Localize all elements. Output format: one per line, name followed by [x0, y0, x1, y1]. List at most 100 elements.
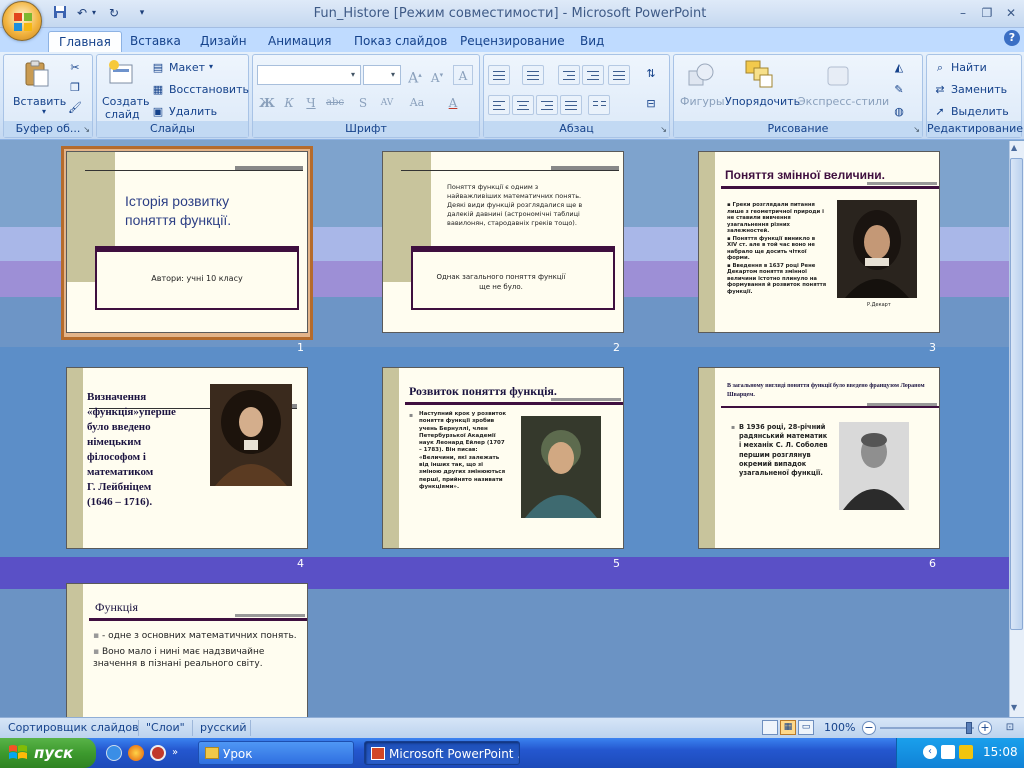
shrink-font-icon[interactable]: A▾ — [427, 65, 447, 85]
taskbar-item-urok[interactable]: Урок — [198, 741, 354, 765]
tray-app-icon[interactable] — [941, 745, 955, 759]
select-icon[interactable]: ➚ — [933, 105, 947, 119]
find-button[interactable]: Найти — [951, 61, 987, 74]
columns-icon[interactable] — [588, 95, 610, 115]
undo-dropdown-icon[interactable]: ▾ — [90, 5, 98, 21]
line-spacing-icon[interactable] — [608, 65, 630, 85]
slide-thumbnail-1[interactable]: Історія розвитку поняття функції. Автори… — [66, 151, 308, 333]
italic-icon[interactable]: К — [279, 93, 299, 113]
save-icon[interactable] — [52, 5, 68, 21]
restore-button[interactable]: ❐ — [974, 4, 1000, 22]
zoom-slider-thumb[interactable] — [966, 722, 972, 734]
scroll-down-icon[interactable]: ▼ — [1011, 703, 1017, 712]
ie-icon[interactable] — [106, 745, 122, 761]
replace-icon[interactable]: ⇄ — [933, 83, 947, 97]
bold-icon[interactable]: Ж — [257, 93, 277, 113]
slide-thumbnail-3[interactable]: Поняття змінної величини. ▪ Греки розгля… — [698, 151, 940, 333]
slideshow-view-icon[interactable]: ▭ — [798, 720, 814, 735]
font-color-icon[interactable]: A — [443, 93, 463, 113]
office-button[interactable] — [2, 1, 42, 41]
tab-animation[interactable]: Анимация — [258, 31, 341, 52]
zoom-out-icon[interactable]: − — [862, 721, 876, 735]
reset-button[interactable]: Восстановить — [169, 83, 249, 96]
binoculars-icon[interactable]: ⌕ — [933, 61, 947, 75]
tab-design[interactable]: Дизайн — [190, 31, 257, 52]
dialog-launcher-icon[interactable]: ↘ — [660, 125, 667, 134]
align-center-icon[interactable] — [512, 95, 534, 115]
new-slide-icon[interactable] — [107, 59, 137, 89]
tab-home[interactable]: Главная — [48, 31, 122, 52]
tab-review[interactable]: Рецензирование — [450, 31, 575, 52]
bullets-icon[interactable] — [488, 65, 510, 85]
zoom-slider[interactable] — [880, 727, 974, 729]
layout-icon[interactable]: ▤ — [151, 61, 165, 75]
strikethrough-icon[interactable]: abc — [325, 93, 345, 113]
reset-icon[interactable]: ▦ — [151, 83, 165, 97]
shape-outline-icon[interactable]: ✎ — [892, 83, 906, 97]
decrease-indent-icon[interactable] — [558, 65, 580, 85]
browser-icon[interactable] — [128, 745, 144, 761]
underline-icon[interactable]: Ч — [301, 93, 321, 113]
font-size-combo[interactable]: ▾ — [363, 65, 401, 85]
delete-button[interactable]: Удалить — [169, 105, 217, 118]
fit-to-window-icon[interactable]: ⊡ — [1002, 720, 1018, 736]
align-text-icon[interactable]: ⊟ — [644, 97, 658, 111]
scroll-up-icon[interactable]: ▲ — [1011, 143, 1017, 152]
status-theme[interactable]: "Слои" — [146, 721, 185, 734]
quick-styles-button[interactable]: Экспресс-стили — [798, 95, 889, 108]
text-direction-icon[interactable]: ⇅ — [644, 67, 658, 81]
chevron-down-icon[interactable]: ▾ — [387, 67, 399, 83]
tab-view[interactable]: Вид — [570, 31, 614, 52]
char-spacing-icon[interactable]: AV — [377, 93, 397, 113]
slide-thumbnail-6[interactable]: В загальному вигляді поняття функції бул… — [698, 367, 940, 549]
normal-view-icon[interactable] — [762, 720, 778, 735]
quick-styles-icon[interactable] — [824, 61, 854, 91]
status-language[interactable]: русский — [200, 721, 247, 734]
shapes-button[interactable]: Фигуры — [680, 95, 725, 108]
shape-fill-icon[interactable]: ◭ — [892, 61, 906, 75]
delete-icon[interactable]: ▣ — [151, 105, 165, 119]
dialog-launcher-icon[interactable]: ↘ — [83, 125, 90, 134]
close-button[interactable]: ✕ — [998, 4, 1024, 22]
start-button[interactable]: пуск — [0, 738, 96, 768]
scrollbar-thumb[interactable] — [1010, 158, 1023, 630]
opera-icon[interactable] — [150, 745, 166, 761]
redo-icon[interactable]: ↻ — [106, 5, 122, 21]
replace-button[interactable]: Заменить — [951, 83, 1007, 96]
arrange-button[interactable]: Упорядочить — [725, 95, 800, 108]
undo-icon[interactable]: ↶ — [74, 5, 90, 21]
tray-network-icon[interactable] — [959, 745, 973, 759]
layout-button[interactable]: Макет — [169, 61, 205, 74]
justify-icon[interactable] — [560, 95, 582, 115]
chevron-down-icon[interactable]: ▾ — [347, 67, 359, 83]
grow-font-icon[interactable]: A▴ — [405, 65, 425, 87]
zoom-in-icon[interactable]: + — [978, 721, 992, 735]
shape-effects-icon[interactable]: ◍ — [892, 105, 906, 119]
new-slide-label-2[interactable]: слайд — [105, 108, 140, 121]
align-right-icon[interactable] — [536, 95, 558, 115]
select-button[interactable]: Выделить — [951, 105, 1009, 118]
arrange-icon[interactable] — [744, 59, 774, 89]
help-icon[interactable]: ? — [1004, 30, 1020, 46]
change-case-icon[interactable]: Aa — [407, 93, 427, 113]
increase-indent-icon[interactable] — [582, 65, 604, 85]
numbering-icon[interactable] — [522, 65, 544, 85]
format-painter-icon[interactable]: 🖌 — [68, 101, 82, 115]
slide-thumbnail-7[interactable]: Функція ▪ - одне з основних математичних… — [66, 583, 308, 717]
slide-sorter-view-icon[interactable]: ▦ — [780, 720, 796, 735]
paste-button[interactable]: Вставить — [13, 95, 66, 108]
clear-formatting-icon[interactable]: A — [453, 65, 473, 85]
slide-thumbnail-5[interactable]: Розвиток поняття функція. ▪ Наступний кр… — [382, 367, 624, 549]
tab-insert[interactable]: Вставка — [120, 31, 191, 52]
font-name-combo[interactable]: ▾ — [257, 65, 361, 85]
minimize-button[interactable]: – — [950, 4, 976, 22]
taskbar-item-powerpoint[interactable]: Microsoft PowerPoint ... — [364, 741, 520, 765]
zoom-level[interactable]: 100% — [824, 721, 855, 734]
copy-icon[interactable]: ❐ — [68, 81, 82, 95]
paste-icon[interactable] — [22, 59, 52, 89]
paste-dropdown-icon[interactable]: ▾ — [42, 107, 46, 116]
new-slide-label-1[interactable]: Создать — [102, 95, 150, 108]
cut-icon[interactable]: ✂ — [68, 61, 82, 75]
shapes-icon[interactable] — [686, 61, 716, 91]
layout-dropdown-icon[interactable]: ▾ — [209, 62, 213, 71]
